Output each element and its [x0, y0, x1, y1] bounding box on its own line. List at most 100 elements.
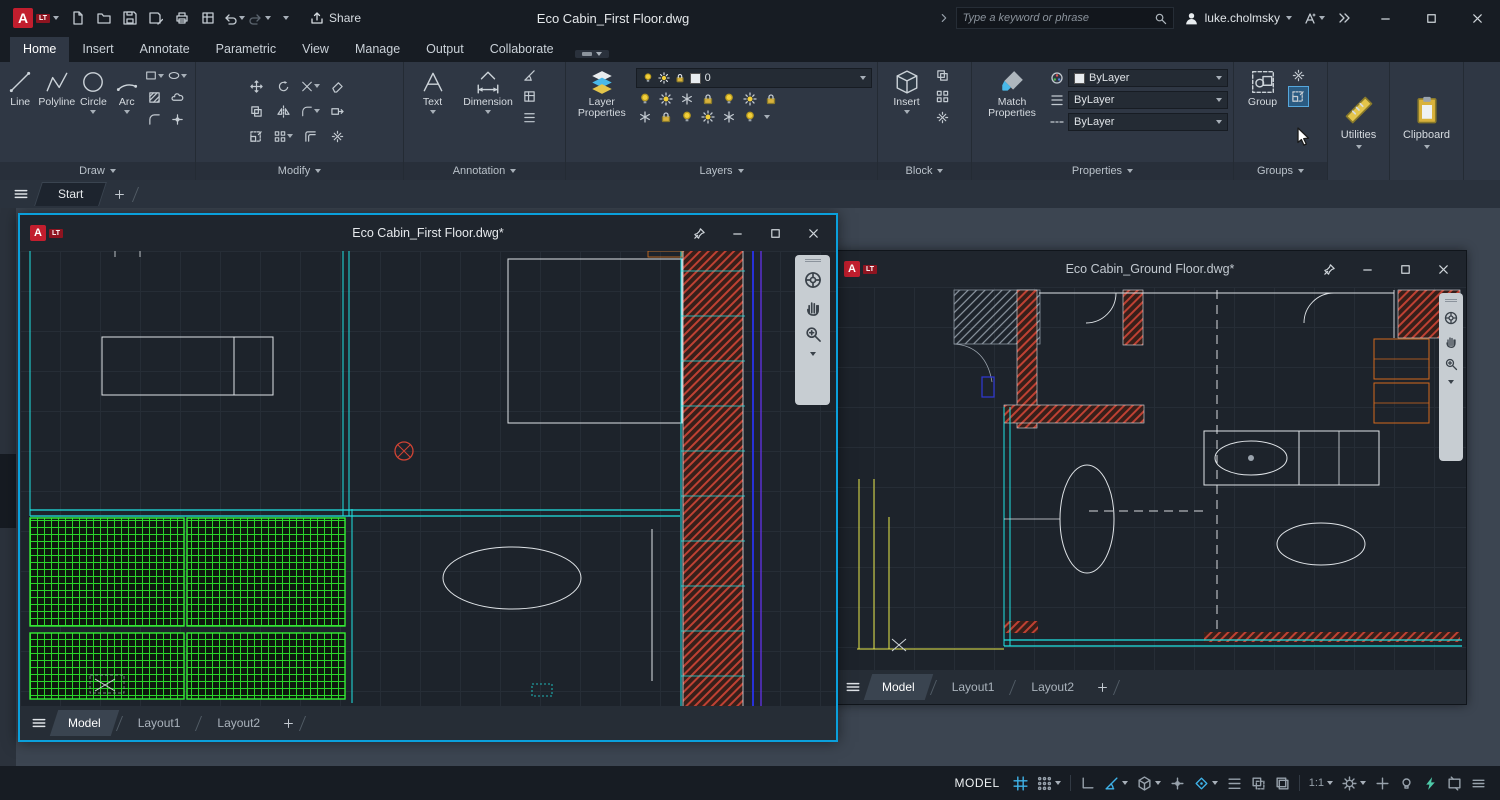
- plot-button[interactable]: [170, 6, 194, 30]
- ortho-mode-button[interactable]: [1080, 776, 1095, 791]
- group-button[interactable]: Group: [1239, 66, 1286, 160]
- save-as-button[interactable]: [144, 6, 168, 30]
- new-layout-button[interactable]: [1092, 677, 1112, 697]
- ground-floor-drawing[interactable]: [834, 287, 1466, 670]
- chevron-right-icon[interactable]: [938, 12, 950, 24]
- navbar-grip[interactable]: [805, 259, 821, 262]
- tab-layout1[interactable]: Layout1: [938, 674, 1009, 700]
- chevron-down-icon[interactable]: [90, 110, 96, 114]
- object-snap-tracking-button[interactable]: [1170, 776, 1185, 791]
- explode-button[interactable]: [328, 127, 347, 146]
- line-button[interactable]: Line: [5, 66, 35, 160]
- point-button[interactable]: [168, 110, 187, 129]
- clean-screen-button[interactable]: [1447, 776, 1462, 791]
- layout-menu-button[interactable]: [842, 676, 864, 698]
- search-icon[interactable]: [1154, 12, 1167, 25]
- annotation-panel-label[interactable]: Annotation: [404, 162, 565, 180]
- match-properties-button[interactable]: Match Properties: [977, 66, 1047, 160]
- table-button[interactable]: [520, 87, 539, 106]
- workspace-switching-button[interactable]: [1342, 776, 1366, 791]
- tab-layout2[interactable]: Layout2: [1017, 674, 1088, 700]
- rectangle-button[interactable]: [145, 66, 164, 85]
- navigation-bar[interactable]: [1439, 293, 1463, 461]
- chevron-down-icon[interactable]: [265, 16, 271, 20]
- window-titlebar[interactable]: A LT Eco Cabin_First Floor.dwg*: [20, 215, 836, 251]
- object-snap-button[interactable]: [1194, 776, 1218, 791]
- tab-layout1[interactable]: Layout1: [124, 710, 195, 736]
- close-button[interactable]: [794, 218, 832, 248]
- status-customization-button[interactable]: [1471, 776, 1486, 791]
- maximize-button[interactable]: [756, 218, 794, 248]
- chevron-down-icon[interactable]: [810, 352, 816, 356]
- layer-previous-icon[interactable]: [743, 110, 757, 124]
- search-box[interactable]: [956, 7, 1174, 29]
- polyline-button[interactable]: Polyline: [38, 66, 75, 160]
- close-button[interactable]: [1454, 0, 1500, 36]
- insert-block-button[interactable]: Insert: [883, 66, 930, 160]
- annotation-more-button[interactable]: [520, 108, 539, 127]
- qat-customize-button[interactable]: [274, 6, 298, 30]
- tab-model[interactable]: Model: [868, 674, 929, 700]
- group-edit-button[interactable]: [1289, 87, 1308, 106]
- expand-toolbar-button[interactable]: [1332, 6, 1356, 30]
- chevron-down-icon[interactable]: [124, 110, 130, 114]
- block-panel-label[interactable]: Block: [878, 162, 971, 180]
- minimize-button[interactable]: [718, 218, 756, 248]
- trim-button[interactable]: [301, 77, 320, 96]
- new-layout-button[interactable]: [278, 713, 298, 733]
- layer-freeze-icon[interactable]: [680, 92, 694, 106]
- pan-hand-icon[interactable]: [804, 298, 822, 316]
- move-button[interactable]: [247, 77, 266, 96]
- share-button[interactable]: Share: [300, 11, 371, 25]
- copy-button[interactable]: [247, 102, 266, 121]
- annotation-monitor-button[interactable]: [1375, 776, 1390, 791]
- chevron-down-icon[interactable]: [1212, 781, 1218, 785]
- navigation-wheel-icon[interactable]: [1444, 311, 1458, 325]
- tab-layout2[interactable]: Layout2: [203, 710, 274, 736]
- array-button[interactable]: [274, 127, 293, 146]
- redo-button[interactable]: [248, 6, 272, 30]
- layer-select-dropdown[interactable]: 0: [636, 68, 872, 88]
- tab-parametric[interactable]: Parametric: [203, 37, 289, 62]
- mirror-button[interactable]: [274, 102, 293, 121]
- object-color-dropdown[interactable]: ByLayer: [1068, 69, 1228, 87]
- tab-home[interactable]: Home: [10, 37, 69, 62]
- layer-thaw-tool-icon[interactable]: [743, 92, 757, 106]
- layer-lock-fade-icon[interactable]: [659, 110, 673, 124]
- draw-panel-label[interactable]: Draw: [0, 162, 195, 180]
- layer-isolate-icon[interactable]: [659, 92, 673, 106]
- model-space-button[interactable]: MODEL: [955, 776, 1000, 790]
- modify-panel-label[interactable]: Modify: [196, 162, 403, 180]
- open-file-button[interactable]: [92, 6, 116, 30]
- assistant-button[interactable]: [1302, 6, 1326, 30]
- transparency-button[interactable]: [1251, 776, 1266, 791]
- model-space-canvas[interactable]: [20, 251, 836, 706]
- zoom-icon[interactable]: [804, 325, 822, 343]
- fillet-button[interactable]: [301, 102, 320, 121]
- stretch-button[interactable]: [328, 102, 347, 121]
- properties-panel-label[interactable]: Properties: [972, 162, 1233, 180]
- first-floor-drawing[interactable]: [20, 251, 836, 706]
- tab-model[interactable]: Model: [54, 710, 115, 736]
- circle-button[interactable]: Circle: [78, 66, 108, 160]
- leader-button[interactable]: [520, 66, 539, 85]
- window-titlebar[interactable]: A LT Eco Cabin_Ground Floor.dwg*: [834, 251, 1466, 287]
- drawing-window-ground-floor[interactable]: A LT Eco Cabin_Ground Floor.dwg*: [833, 250, 1467, 705]
- layer-unlock-icon[interactable]: [764, 92, 778, 106]
- chevron-down-icon[interactable]: [764, 115, 770, 119]
- zoom-icon[interactable]: [1444, 357, 1458, 371]
- app-menu-button[interactable]: A LT: [8, 6, 64, 30]
- pin-button[interactable]: [680, 218, 718, 248]
- linetype-dropdown[interactable]: ByLayer: [1068, 113, 1228, 131]
- tab-view[interactable]: View: [289, 37, 342, 62]
- isodraft-button[interactable]: [1137, 776, 1161, 791]
- rotate-button[interactable]: [274, 77, 293, 96]
- selection-cycling-button[interactable]: [1275, 776, 1290, 791]
- navigation-wheel-icon[interactable]: [804, 271, 822, 289]
- layer-thaw-all-icon[interactable]: [701, 110, 715, 124]
- new-file-button[interactable]: [66, 6, 90, 30]
- layer-freeze-all-icon[interactable]: [638, 110, 652, 124]
- file-tabs-menu-button[interactable]: [10, 183, 32, 205]
- arc-button[interactable]: Arc: [112, 66, 142, 160]
- isolate-objects-button[interactable]: [1399, 776, 1414, 791]
